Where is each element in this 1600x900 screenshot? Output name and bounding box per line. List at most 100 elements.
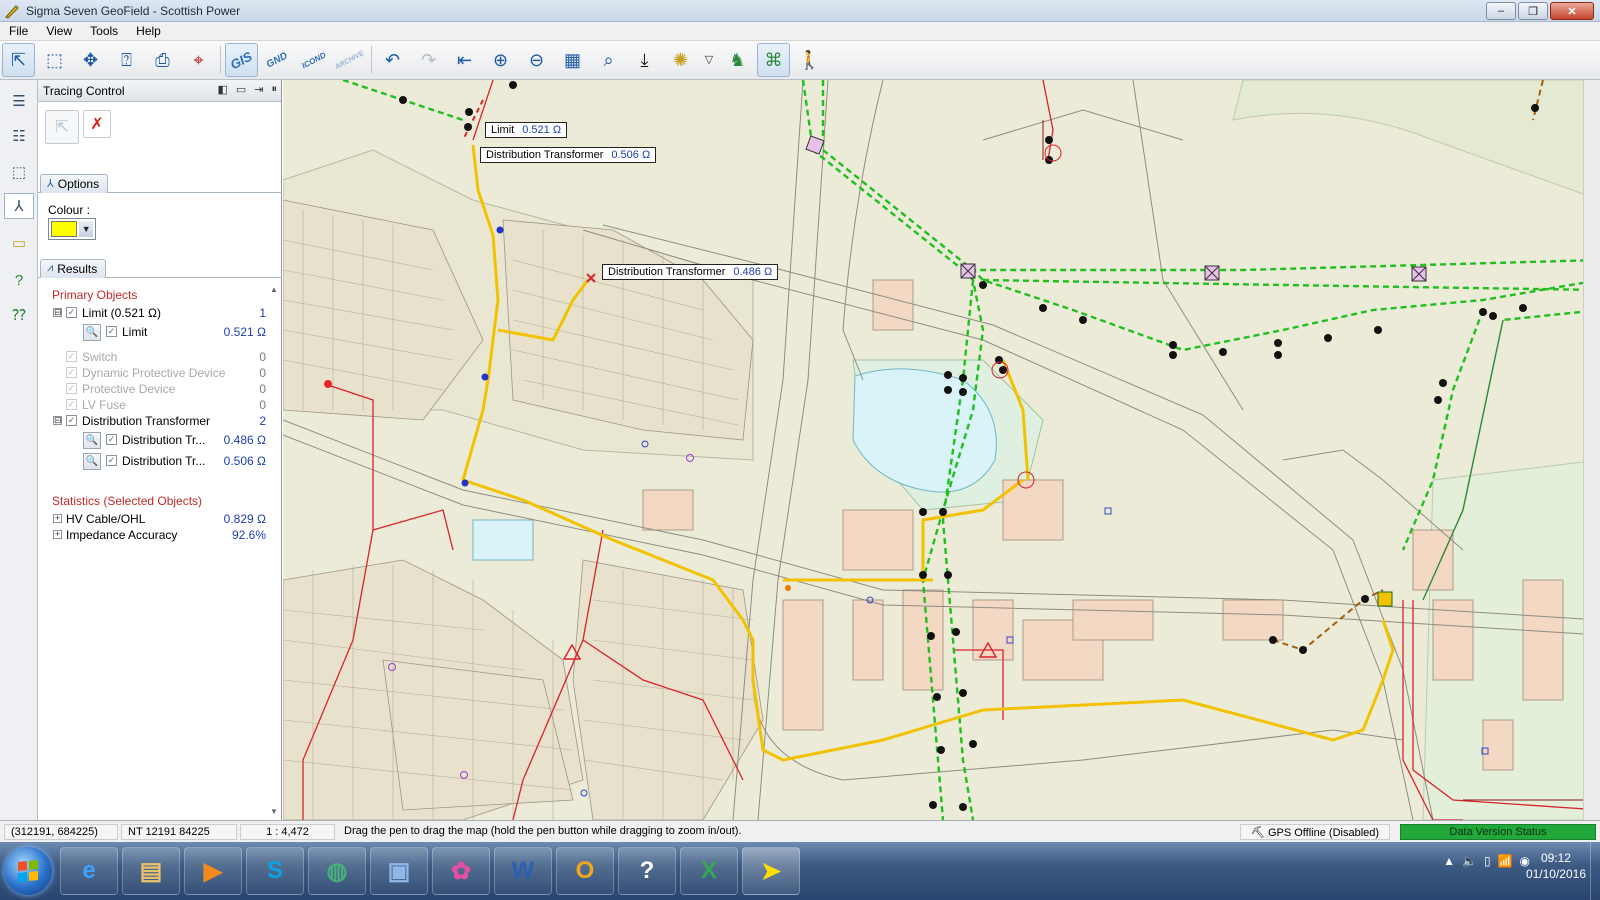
zoom-to-icon[interactable]: 🔍 (83, 453, 101, 470)
tree-row[interactable]: 🔍 ✓ Limit 0.521 Ω (38, 324, 266, 341)
redo-button[interactable]: ↷ (412, 43, 445, 77)
archive-button[interactable]: ARCHIVE (333, 43, 366, 77)
print-button[interactable]: ⎙ (146, 43, 179, 77)
document-panel-button[interactable]: ☰ (6, 88, 32, 114)
pin-icon[interactable]: ⇥ (254, 83, 263, 96)
checkbox[interactable]: ✓ (106, 326, 117, 337)
collapse-icon[interactable]: ⊟ (53, 416, 62, 425)
select-area-button[interactable]: ⬚ (38, 43, 71, 77)
measure-panel-button[interactable]: ▭ (6, 230, 32, 256)
taskbar-skype[interactable]: S (246, 847, 304, 895)
menu-view[interactable]: View (37, 24, 81, 38)
show-desktop-button[interactable] (1590, 842, 1600, 900)
menu-help[interactable]: Help (127, 24, 170, 38)
menu-tools[interactable]: Tools (81, 24, 127, 38)
taskbar-geofield[interactable]: ➤ (742, 847, 800, 895)
checkbox[interactable]: ✓ (106, 434, 117, 445)
taskbar-outlook[interactable]: O (556, 847, 614, 895)
float-icon[interactable]: ▭ (236, 83, 246, 96)
signal-icon[interactable]: 📶 (1498, 854, 1513, 868)
taskbar-excel[interactable]: X (680, 847, 738, 895)
zoom-to-icon[interactable]: 🔍 (83, 432, 101, 449)
zoom-out-button[interactable]: ⊖ (520, 43, 553, 77)
map-view-button[interactable]: ▦ (556, 43, 589, 77)
zoom-previous-icon: ⇤ (456, 50, 473, 70)
tray-expand-icon[interactable]: ▲ (1443, 854, 1455, 868)
query-panel-button[interactable]: ⁇ (6, 302, 32, 328)
map-scrollbar[interactable] (1583, 80, 1600, 820)
row-value: 0.506 Ω (223, 454, 266, 468)
row-label: Limit (122, 325, 148, 339)
zoom-in-button[interactable]: ⊕ (484, 43, 517, 77)
colour-picker[interactable]: ▼ (48, 218, 96, 240)
taskbar-help[interactable]: ? (618, 847, 676, 895)
tree-row[interactable]: ⊟ ✓ Distribution Transformer 2 (38, 414, 266, 430)
gis-button[interactable]: GIS (225, 43, 258, 77)
select-arrow-button[interactable]: ⇱ (2, 43, 35, 77)
taskbar-ie[interactable]: e (60, 847, 118, 895)
user-button[interactable]: 🚶 (793, 43, 826, 77)
scroll-down-icon[interactable]: ▼ (269, 807, 279, 816)
device-icon[interactable]: ▯ (1484, 854, 1491, 868)
download-button[interactable]: ⤓ (628, 43, 661, 77)
clear-trace-button[interactable]: ✗ (83, 110, 111, 138)
trace-button[interactable]: ♞ (721, 43, 754, 77)
tab-options[interactable]: ⅄ Options (40, 174, 109, 193)
volume-icon[interactable]: 🔈 (1462, 854, 1477, 868)
close-button[interactable]: ✕ (1550, 2, 1594, 20)
select-panel-button[interactable]: ⬚ (6, 159, 32, 185)
menu-file[interactable]: File (0, 24, 37, 38)
network-button[interactable]: ⌘ (757, 43, 790, 77)
settings-button[interactable]: ✺ (664, 43, 697, 77)
results-scrollbar[interactable]: ▲ ▼ (268, 285, 280, 820)
transformer-tooltip-2: Distribution Transformer 0.486 Ω (602, 264, 779, 280)
tab-results[interactable]: ⩘ Results (40, 259, 107, 278)
coordinates-button[interactable]: ⌖ (182, 43, 215, 77)
find-button[interactable]: ⌕ (592, 43, 625, 77)
query-select-button[interactable]: ⍰ (110, 43, 143, 77)
expand-icon[interactable]: + (53, 530, 62, 539)
taskbar-explorer[interactable]: ▤ (122, 847, 180, 895)
collapse-icon[interactable]: ⊟ (53, 308, 62, 317)
checkbox[interactable]: ✓ (66, 307, 77, 318)
tree-row[interactable]: ⊟ ✓ Limit (0.521 Ω) 1 (38, 306, 266, 322)
expand-icon[interactable]: + (53, 514, 62, 523)
help-measure-button[interactable]: ? (6, 267, 32, 293)
zoom-previous-button[interactable]: ⇤ (448, 43, 481, 77)
move-select-button[interactable]: ✥ (74, 43, 107, 77)
minimize-button[interactable]: – (1486, 2, 1516, 20)
data-version-status[interactable]: Data Version Status (1400, 824, 1596, 840)
start-trace-button[interactable]: ⇱ (45, 110, 79, 144)
zoom-to-icon[interactable]: 🔍 (83, 324, 101, 341)
taskbar-word[interactable]: W (494, 847, 552, 895)
map-view-icon: ▦ (563, 50, 581, 70)
list-panel-button[interactable]: ☷ (6, 123, 32, 149)
gnd-button[interactable]: GND (261, 43, 294, 77)
maximize-button[interactable]: ❐ (1518, 2, 1548, 20)
stats-row[interactable]: + Impedance Accuracy 92.6% (38, 528, 266, 544)
icond-button[interactable]: ICOND (297, 43, 330, 77)
tree-row[interactable]: 🔍 ✓ Distribution Tr... 0.506 Ω (38, 453, 266, 470)
tree-row[interactable]: 🔍 ✓ Distribution Tr... 0.486 Ω (38, 432, 266, 449)
start-button[interactable] (4, 847, 52, 895)
tooltip-label: Limit (491, 124, 515, 136)
tracing-panel-button[interactable]: ⅄ (4, 193, 34, 219)
taskbar-network[interactable]: ◍ (308, 847, 366, 895)
checkbox[interactable]: ✓ (66, 415, 77, 426)
move-select-icon: ✥ (82, 50, 99, 70)
taskbar-media-player[interactable]: ▶ (184, 847, 242, 895)
undo-button[interactable]: ↶ (376, 43, 409, 77)
map-canvas[interactable]: Limit 0.521 Ω Distribution Transformer 0.5… (283, 80, 1600, 820)
pause-icon[interactable]: ⏸ (272, 83, 278, 96)
dock-icon[interactable]: ◧ (217, 83, 227, 96)
download-icon: ⤓ (640, 50, 649, 70)
taskbar-paint[interactable]: ✿ (432, 847, 490, 895)
stats-row[interactable]: + HV Cable/OHL 0.829 Ω (38, 512, 266, 528)
taskbar-remote-desktop[interactable]: ▣ (370, 847, 428, 895)
taskbar-clock[interactable]: 09:12 01/10/2016 (1526, 850, 1586, 882)
scroll-up-icon[interactable]: ▲ (269, 285, 279, 294)
checkbox[interactable]: ✓ (106, 455, 117, 466)
archive-label: ARCHIVE (333, 49, 366, 71)
options-icon: ⅄ (47, 178, 54, 190)
settings-dropdown[interactable]: ▽ (700, 43, 718, 77)
